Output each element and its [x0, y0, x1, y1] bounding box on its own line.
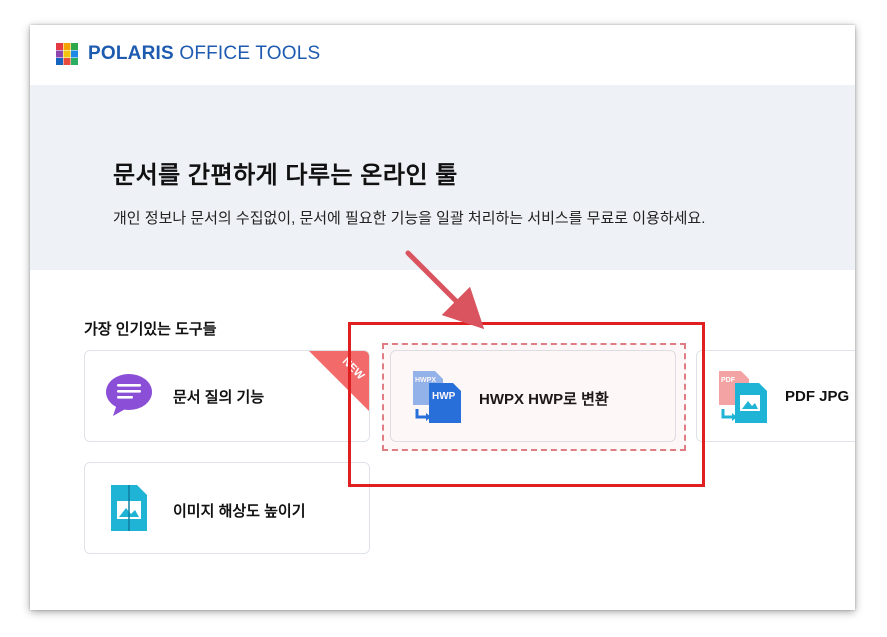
- image-upscale-icon: [111, 485, 147, 531]
- tool-card-pdf-to-jpg[interactable]: PDF PDF JPG: [696, 350, 855, 442]
- popular-tools-heading: 가장 인기있는 도구들: [84, 321, 217, 338]
- tool-card-image-upscale[interactable]: 이미지 해상도 높이기: [84, 462, 370, 554]
- brand-name-bold: POLARIS: [88, 43, 174, 64]
- tool-card-label: 이미지 해상도 높이기: [173, 503, 306, 520]
- pdf-to-jpg-icon: PDF: [719, 371, 767, 423]
- browser-page: POLARIS OFFICE TOOLS 문서를 간편하게 다루는 온라인 툴 …: [30, 25, 855, 610]
- tool-card-document-qa[interactable]: 문서 질의 기능 NEW: [84, 350, 370, 442]
- hero-title: 문서를 간편하게 다루는 온라인 툴: [113, 162, 458, 189]
- annotation-dashed-box: [382, 343, 686, 451]
- brand-name-rest: OFFICE TOOLS: [173, 43, 321, 64]
- polaris-logo-icon[interactable]: [56, 43, 78, 65]
- tool-card-label: PDF JPG: [785, 388, 850, 405]
- tool-card-label: 문서 질의 기능: [173, 389, 265, 406]
- chat-bubble-icon: [106, 374, 152, 416]
- top-header: POLARIS OFFICE TOOLS: [30, 25, 855, 85]
- brand-name[interactable]: POLARIS OFFICE TOOLS: [88, 43, 320, 65]
- hero-subtitle: 개인 정보나 문서의 수집없이, 문서에 필요한 기능을 일괄 처리하는 서비스…: [113, 210, 706, 227]
- hero-banner: 문서를 간편하게 다루는 온라인 툴 개인 정보나 문서의 수집없이, 문서에 …: [30, 85, 855, 270]
- pdf-icon-text: PDF: [721, 377, 736, 384]
